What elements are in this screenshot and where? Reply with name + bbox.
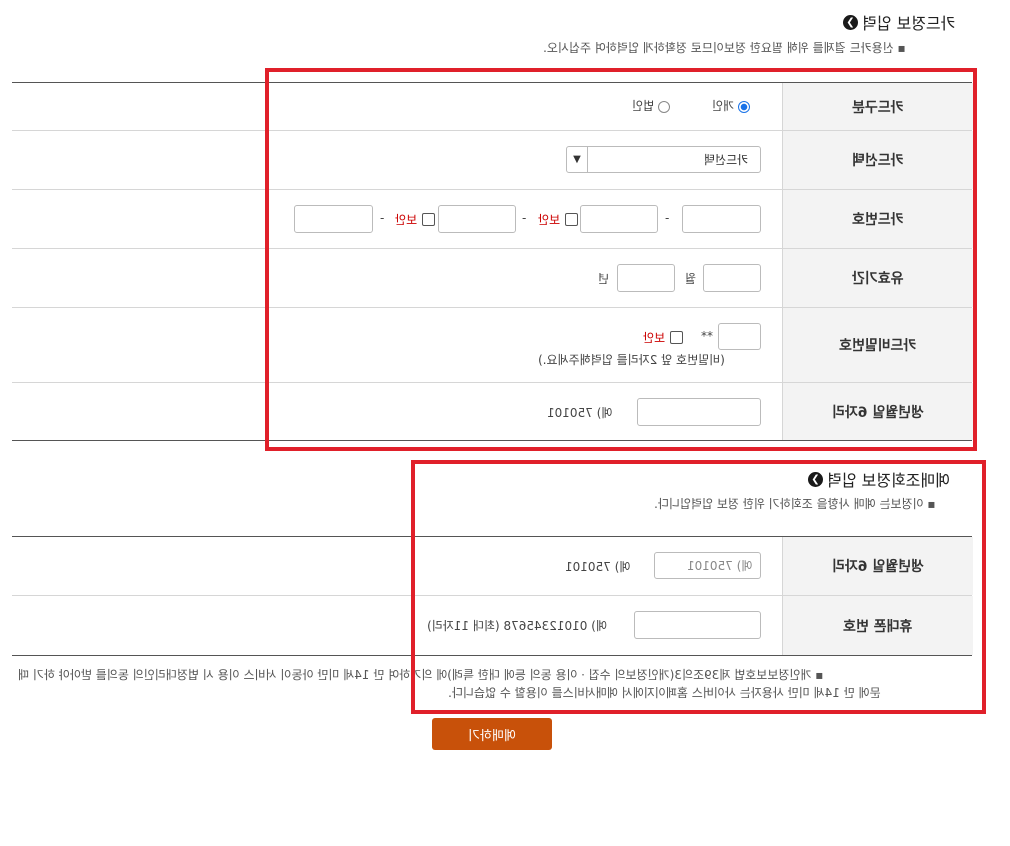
phone-field[interactable] bbox=[634, 611, 761, 639]
card-select-dropdown[interactable]: ▼ 카드선택 bbox=[566, 146, 761, 173]
secure-checkbox[interactable] bbox=[565, 213, 579, 226]
card-number-dash: - bbox=[665, 211, 670, 225]
birth-example: 예) 750101 bbox=[547, 406, 613, 420]
card-type-label: 카드구분 bbox=[782, 83, 973, 130]
card-section-title: ❮ 카드정보 입력 bbox=[843, 10, 955, 34]
card-number-dash: - bbox=[380, 211, 385, 225]
birth-field[interactable] bbox=[637, 398, 761, 426]
reservation-section-title: ❮ 예매조회정보 입력 bbox=[808, 467, 950, 491]
radio-personal[interactable]: 개인 bbox=[712, 97, 750, 114]
reserve-button[interactable]: 예매하기 bbox=[432, 718, 552, 750]
password-hint: (비밀번호 앞 2자리를 입력해주세요.) bbox=[538, 353, 725, 367]
password-secure[interactable]: 보안 bbox=[643, 327, 684, 346]
card-password-field[interactable] bbox=[718, 323, 761, 350]
chevron-left-icon: ❮ bbox=[808, 471, 823, 487]
expiry-month-unit: 월 bbox=[685, 272, 697, 286]
table-bottom-border bbox=[12, 655, 972, 656]
expiry-year-field[interactable] bbox=[617, 264, 675, 292]
card-number-secure-3[interactable]: 보안 bbox=[395, 209, 436, 228]
card-number-field-3[interactable] bbox=[438, 205, 516, 233]
expiry-label: 유효기간 bbox=[782, 249, 973, 307]
radio-corporate-dot[interactable] bbox=[657, 100, 670, 113]
phone-label: 휴대폰 번호 bbox=[782, 596, 973, 655]
table-bottom-border bbox=[12, 440, 972, 441]
card-number-field-1[interactable] bbox=[682, 205, 761, 233]
reservation-birth-field[interactable]: 예) 750101 bbox=[654, 552, 761, 579]
privacy-notice-line2: 문에 만 14세 미만 사용자는 사이버스 홈페이지에서 예매서비스를 이용할 … bbox=[448, 686, 881, 700]
birth-label: 생년월일 6자리 bbox=[782, 383, 973, 440]
phone-example: 예) 01012345678 (최대 11자리) bbox=[427, 619, 607, 633]
chevron-down-icon: ▼ bbox=[567, 147, 588, 172]
secure-checkbox[interactable] bbox=[670, 331, 684, 344]
card-number-dash: - bbox=[522, 211, 527, 225]
card-number-field-4[interactable] bbox=[294, 205, 373, 233]
radio-personal-dot[interactable] bbox=[737, 100, 750, 113]
privacy-notice-line1: 개인정보보호법 제39조의3(개인정보의 수집ㆍ이용 동의 등에 대한 특례)에… bbox=[18, 668, 824, 682]
card-select-label: 카드선택 bbox=[782, 131, 973, 189]
card-number-label: 카드번호 bbox=[782, 190, 973, 248]
password-mask: ** bbox=[701, 329, 713, 343]
card-number-field-2[interactable] bbox=[580, 205, 658, 233]
expiry-month-field[interactable] bbox=[703, 264, 761, 292]
radio-corporate[interactable]: 법인 bbox=[632, 97, 670, 114]
reservation-birth-example: 예) 750101 bbox=[565, 560, 631, 574]
reservation-birth-label: 생년월일 6자리 bbox=[782, 537, 973, 595]
card-section-note: 신용카드 결제를 위해 필요한 정보이므로 정확하게 입력하여 주십시오. ▪ bbox=[543, 41, 906, 55]
password-label: 카드비밀번호 bbox=[782, 308, 973, 382]
secure-checkbox[interactable] bbox=[422, 213, 436, 226]
card-number-secure-2[interactable]: 보안 bbox=[538, 209, 579, 228]
chevron-left-icon: ❮ bbox=[843, 14, 858, 30]
expiry-year-unit: 년 bbox=[598, 272, 610, 286]
reservation-section-note: 이정보는 예매 사항을 조회하기 위한 정보 입력입니다. ▪ bbox=[654, 497, 936, 511]
